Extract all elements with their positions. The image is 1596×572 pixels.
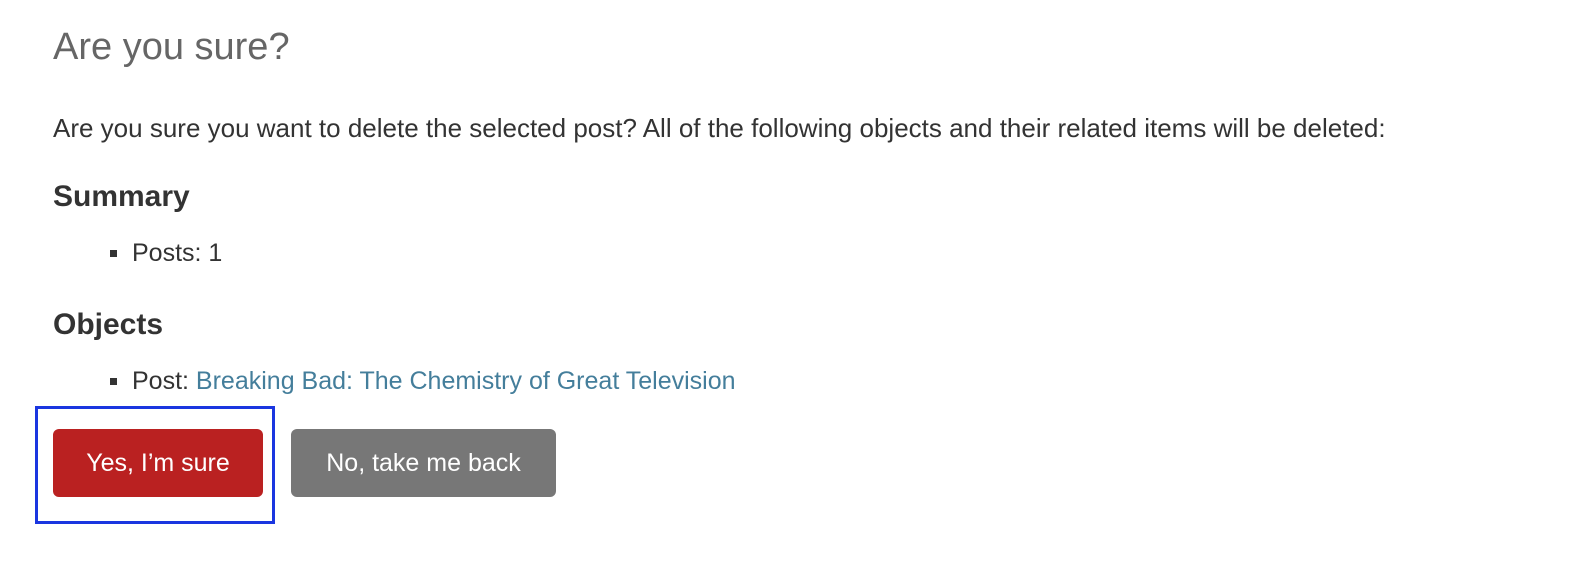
summary-item-text: Posts: 1 (132, 239, 223, 267)
cancel-button[interactable]: No, take me back (291, 429, 556, 497)
confirmation-message: Are you sure you want to delete the sele… (53, 113, 1386, 143)
objects-list: Post: Breaking Bad: The Chemistry of Gre… (110, 366, 736, 396)
confirm-delete-button[interactable]: Yes, I’m sure (53, 429, 263, 497)
summary-list: Posts: 1 (110, 238, 222, 268)
bullet-square-icon (110, 378, 117, 385)
summary-item: Posts: 1 (110, 238, 222, 268)
summary-heading: Summary (53, 180, 190, 213)
object-item: Post: Breaking Bad: The Chemistry of Gre… (110, 366, 736, 396)
object-link[interactable]: Breaking Bad: The Chemistry of Great Tel… (196, 367, 736, 395)
page-title: Are you sure? (53, 26, 290, 68)
objects-heading: Objects (53, 308, 164, 341)
delete-confirmation-page: Are you sure? Are you sure you want to d… (0, 0, 1596, 572)
bullet-square-icon (110, 250, 117, 257)
object-type-label: Post: (132, 367, 196, 395)
